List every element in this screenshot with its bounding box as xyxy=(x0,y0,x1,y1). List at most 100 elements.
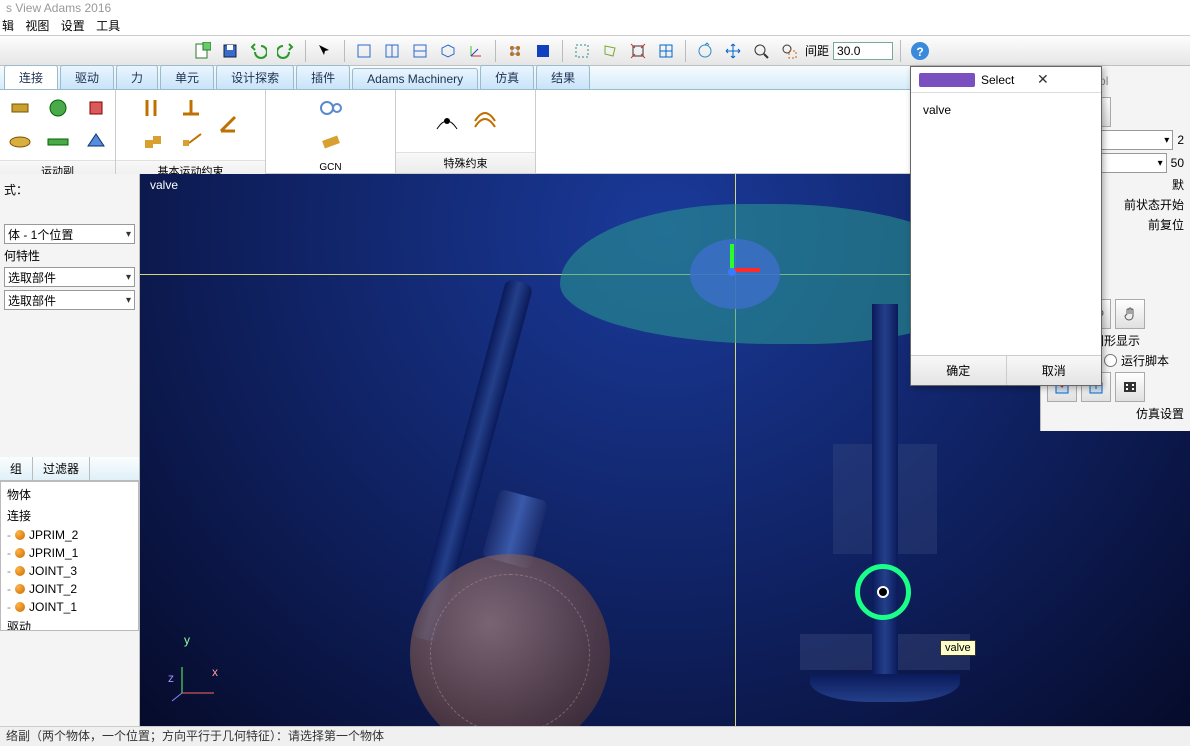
tree-item-joint2[interactable]: -JOINT_2 xyxy=(1,580,138,598)
app-title: s View Adams 2016 xyxy=(6,1,111,15)
primitive-orientation-icon[interactable] xyxy=(215,111,243,139)
menu-bar: 辑 视图 设置 工具 xyxy=(0,16,1190,36)
spacing-input[interactable] xyxy=(833,42,893,60)
joint-fixed-icon[interactable] xyxy=(82,94,110,122)
hover-tooltip: valve xyxy=(940,640,976,656)
dialog-list[interactable]: valve xyxy=(911,93,1101,355)
view-triad: y x z xyxy=(170,663,220,706)
menu-view[interactable]: 视图 xyxy=(25,19,49,33)
tab-design-explore[interactable]: 设计探索 xyxy=(216,65,294,89)
tree-item-bodies[interactable]: 物体 xyxy=(1,484,138,505)
tab-motion[interactable]: 驱动 xyxy=(60,65,114,89)
dialog-titlebar[interactable]: Select ✕ xyxy=(911,67,1101,93)
dialog-ok-button[interactable]: 确定 xyxy=(911,356,1006,385)
selection-marker-center-icon xyxy=(877,586,889,598)
tree-item-jprim1[interactable]: -JPRIM_1 xyxy=(1,544,138,562)
axis-z-label: z xyxy=(168,671,174,685)
menu-settings[interactable]: 设置 xyxy=(61,19,85,33)
joint-translational-icon[interactable] xyxy=(44,128,72,156)
joint-cylindrical-icon[interactable] xyxy=(6,128,34,156)
tab-connection[interactable]: 连接 xyxy=(4,65,58,89)
tree-item-connections[interactable]: 连接 xyxy=(1,505,138,526)
zoom-window-icon[interactable] xyxy=(777,39,801,63)
pan-icon[interactable] xyxy=(721,39,745,63)
follower-wheel-edges xyxy=(430,574,590,726)
special-point-icon[interactable] xyxy=(433,107,461,135)
tab-plugins[interactable]: 插件 xyxy=(296,65,350,89)
special-curve-icon[interactable] xyxy=(471,107,499,135)
axis-y-label: y xyxy=(184,633,190,647)
pick-part-1-select[interactable]: 选取部件 xyxy=(4,267,135,287)
fit-icon[interactable] xyxy=(626,39,650,63)
coupler-joint-icon[interactable] xyxy=(317,128,345,156)
tree-item-joint1[interactable]: -JOINT_1 xyxy=(1,598,138,616)
tree-item-jprim2[interactable]: -JPRIM_2 xyxy=(1,526,138,544)
select-poly-icon[interactable] xyxy=(598,39,622,63)
axes-icon[interactable] xyxy=(464,39,488,63)
tree-tab-groups[interactable]: 组 xyxy=(0,457,33,480)
joint-spherical-icon[interactable] xyxy=(44,94,72,122)
close-icon[interactable]: ✕ xyxy=(1037,71,1093,88)
tab-element[interactable]: 单元 xyxy=(160,65,214,89)
title-bar: s View Adams 2016 xyxy=(0,0,1190,16)
help-icon[interactable]: ? xyxy=(908,39,932,63)
primitive-parallel-icon[interactable] xyxy=(139,94,167,122)
grid-icon[interactable] xyxy=(654,39,678,63)
pointer-icon[interactable] xyxy=(313,39,337,63)
dialog-title: Select xyxy=(981,73,1037,87)
coupler-gear-icon[interactable] xyxy=(317,94,345,122)
sim-reset-label: 前复位 xyxy=(1148,216,1184,233)
dialog-cancel-button[interactable]: 取消 xyxy=(1006,356,1102,385)
tab-force[interactable]: 力 xyxy=(116,65,158,89)
wireframe-icon[interactable] xyxy=(503,39,527,63)
new-file-icon[interactable] xyxy=(190,39,214,63)
select-dialog: Select ✕ valve 确定 取消 xyxy=(910,66,1102,386)
placement-select[interactable]: 体 - 1个位置 xyxy=(4,224,135,244)
geometry-label: 何特性 xyxy=(4,247,40,264)
main-toolbar: 间距 ? xyxy=(0,36,1190,66)
view-side-icon[interactable] xyxy=(380,39,404,63)
property-panel: 式： 体 - 1个位置 何特性 选取部件 选取部件 xyxy=(0,174,139,317)
coupler-gcn-label: GCN xyxy=(319,162,341,173)
rotate-icon[interactable] xyxy=(693,39,717,63)
svg-text:?: ? xyxy=(916,45,923,59)
primitive-inline-icon[interactable] xyxy=(177,128,205,156)
triad-z-icon xyxy=(728,268,736,276)
sim-settings-label[interactable]: 仿真设置 xyxy=(1136,405,1184,422)
pick-part-2-select[interactable]: 选取部件 xyxy=(4,290,135,310)
model-tree[interactable]: 物体 连接 -JPRIM_2 -JPRIM_1 -JOINT_3 -JOINT_… xyxy=(0,481,139,631)
valve-head[interactable] xyxy=(810,674,960,702)
tree-tab-filters[interactable]: 过滤器 xyxy=(33,457,90,480)
tree-tabs: 组 过滤器 xyxy=(0,457,139,481)
tree-item-joint3[interactable]: -JOINT_3 xyxy=(1,562,138,580)
sim-film-icon[interactable] xyxy=(1115,372,1145,402)
tab-machinery[interactable]: Adams Machinery xyxy=(352,68,478,89)
tab-results[interactable]: 结果 xyxy=(536,65,590,89)
spacing-label: 间距 xyxy=(805,42,829,59)
select-box-icon[interactable] xyxy=(570,39,594,63)
primitive-perpendicular-icon[interactable] xyxy=(177,94,205,122)
axis-x-label: x xyxy=(212,665,218,679)
ribbon-group-special-label: 特殊约束 xyxy=(396,152,535,173)
dialog-item-valve[interactable]: valve xyxy=(919,101,1093,119)
sim-start-state-label: 前状态开始 xyxy=(1124,196,1184,213)
undo-icon[interactable] xyxy=(246,39,270,63)
menu-edit[interactable]: 辑 xyxy=(2,19,14,33)
shaded-icon[interactable] xyxy=(531,39,555,63)
view-front-icon[interactable] xyxy=(352,39,376,63)
valve-stem[interactable] xyxy=(872,304,898,694)
redo-icon[interactable] xyxy=(274,39,298,63)
script-radio[interactable] xyxy=(1104,354,1117,367)
zoom-icon[interactable] xyxy=(749,39,773,63)
view-iso-icon[interactable] xyxy=(436,39,460,63)
save-icon[interactable] xyxy=(218,39,242,63)
sim-tool-hand-icon[interactable] xyxy=(1115,299,1145,329)
primitive-inplane-icon[interactable] xyxy=(139,128,167,156)
joint-planar-icon[interactable] xyxy=(82,128,110,156)
dialog-app-icon xyxy=(919,73,975,87)
joint-revolute-icon[interactable] xyxy=(6,94,34,122)
tree-item-motions[interactable]: 驱动 xyxy=(1,616,138,631)
menu-tools[interactable]: 工具 xyxy=(96,19,120,33)
view-top-icon[interactable] xyxy=(408,39,432,63)
tab-simulation[interactable]: 仿真 xyxy=(480,65,534,89)
